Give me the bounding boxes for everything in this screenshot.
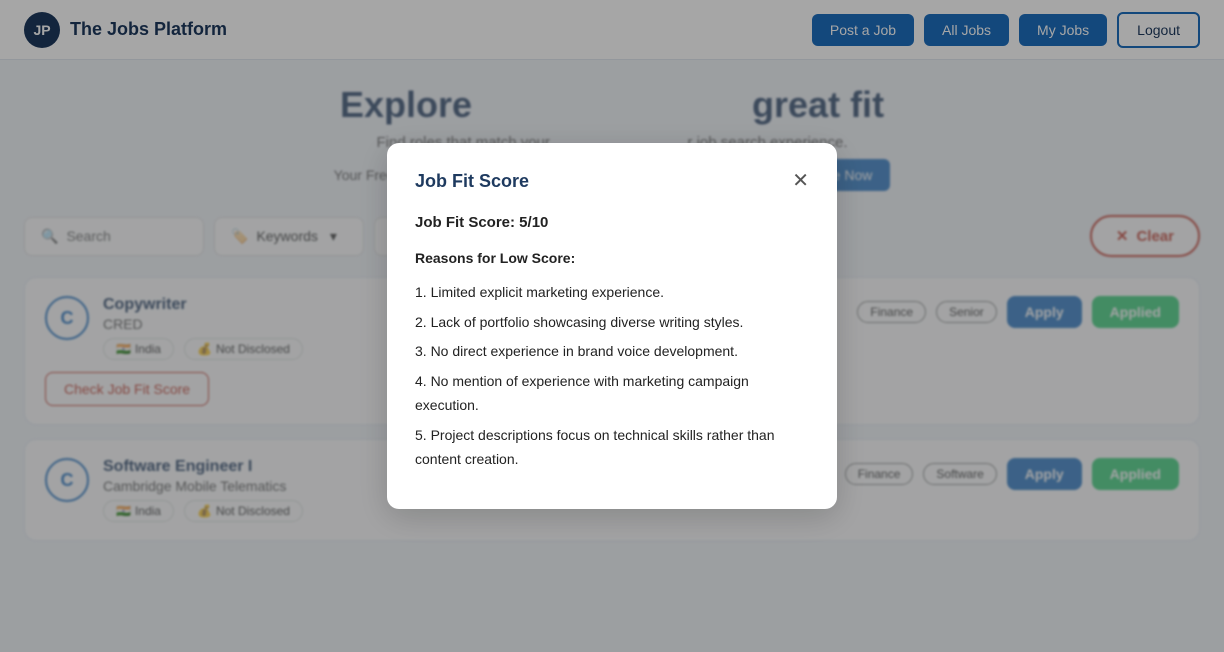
modal-reason-5: 5. Project descriptions focus on technic… xyxy=(415,424,809,472)
modal-close-button[interactable]: ✕ xyxy=(792,171,809,191)
modal-overlay[interactable]: Job Fit Score ✕ Job Fit Score: 5/10 Reas… xyxy=(0,0,1224,652)
modal-dialog: Job Fit Score ✕ Job Fit Score: 5/10 Reas… xyxy=(387,143,837,510)
modal-body: Job Fit Score: 5/10 Reasons for Low Scor… xyxy=(415,210,809,472)
modal-reason-4: 4. No mention of experience with marketi… xyxy=(415,370,809,418)
modal-reasons-title: Reasons for Low Score: xyxy=(415,247,809,271)
modal-reason-3: 3. No direct experience in brand voice d… xyxy=(415,340,809,364)
modal-title: Job Fit Score xyxy=(415,171,529,192)
modal-header: Job Fit Score ✕ xyxy=(415,171,809,192)
modal-score: Job Fit Score: 5/10 xyxy=(415,210,809,236)
modal-reason-1: 1. Limited explicit marketing experience… xyxy=(415,281,809,305)
modal-reason-2: 2. Lack of portfolio showcasing diverse … xyxy=(415,311,809,335)
